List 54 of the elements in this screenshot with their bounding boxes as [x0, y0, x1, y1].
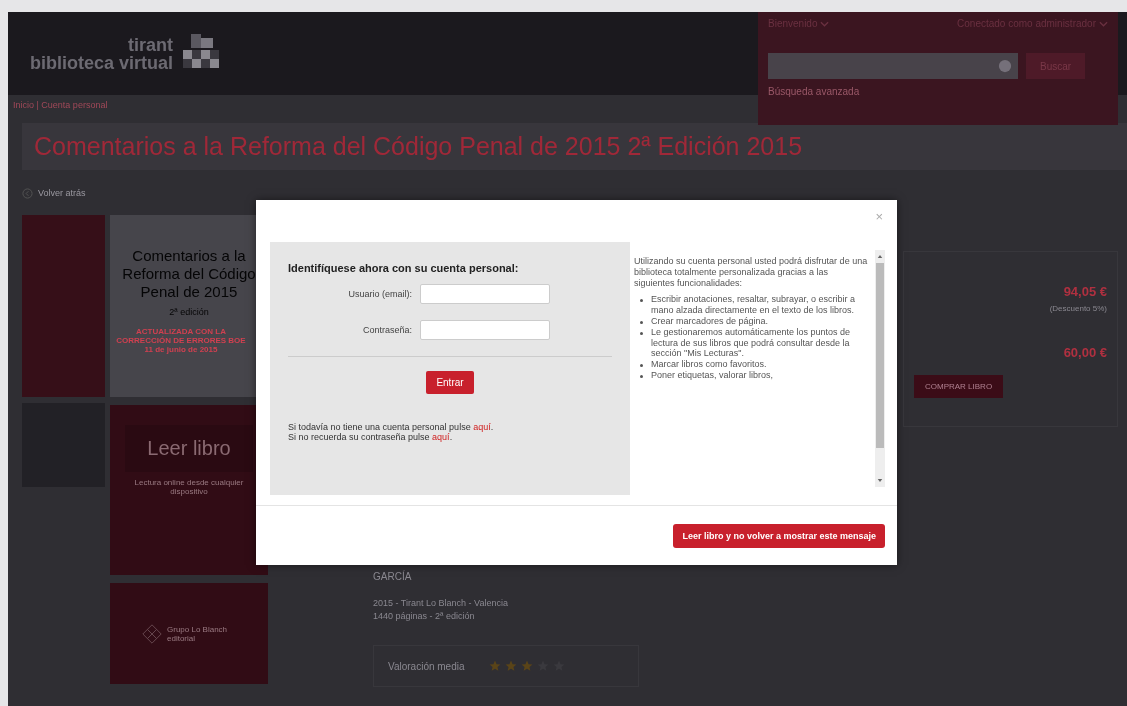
- input-field[interactable]: [420, 284, 550, 304]
- feature-item: Le gestionaremos automáticamente los puntos de lectura de sus libros que podrá consultar desde la sección "Mis Lecturas".: [651, 326, 852, 360]
- discount-note: (Descuento 5%): [1049, 304, 1107, 313]
- feature-item: Escribir anotaciones, resaltar, subrayar, o escribir a mano alzada directamente en el texto de los libros.: [651, 294, 857, 316]
- chevron-icon: [1099, 20, 1108, 27]
- logo-text: biblioteca virtual: [30, 53, 174, 72]
- star-icon: [520, 660, 533, 672]
- read-without-message-button[interactable]: Leer libro y no volver a mostrar este mensaje: [673, 523, 885, 548]
- book-meta: 1440 páginas - 2ª edición: [373, 611, 476, 621]
- feature-item: Marcar libros como favoritos.: [651, 359, 767, 370]
- publisher-name: Grupo Lo Blanch editorial: [167, 624, 229, 643]
- input-field[interactable]: [420, 320, 550, 340]
- help-link[interactable]: aquí: [473, 422, 491, 432]
- login-button[interactable]: Entrar: [426, 371, 474, 394]
- bullet-icon: [640, 331, 643, 335]
- author-name: GARCÍA: [373, 571, 413, 582]
- help-link[interactable]: aquí: [432, 432, 450, 442]
- bullet-icon: [640, 299, 643, 303]
- breadcrumb[interactable]: Inicio | Cuenta personal: [8, 95, 1127, 117]
- book-meta: 2015 - Tirant Lo Blanch - Valencia: [373, 598, 509, 608]
- read-book-button[interactable]: Leer libro: [125, 425, 253, 472]
- info-paragraph: Utilizando su cuenta personal usted podrá disfrutar de una biblioteca totalmente personalizada gracias a las siguientes funcionalidades:: [634, 256, 869, 289]
- chevron-icon: [820, 20, 830, 27]
- feature-item: Poner etiquetas, valorar libros,: [651, 369, 774, 381]
- buy-button[interactable]: COMPRAR LIBRO: [914, 375, 1004, 398]
- price: 60,00 €: [1063, 345, 1107, 360]
- cover-edition: 2ª edición: [169, 307, 209, 317]
- search-field[interactable]: [768, 53, 1018, 79]
- scroll-down-icon[interactable]: [877, 478, 883, 483]
- field-label: Usuario (email):: [348, 289, 412, 299]
- cover-title: Comentarios a la Reforma del Código Penal de 2015: [121, 247, 257, 301]
- close-button[interactable]: ×: [875, 210, 883, 223]
- price: 94,05 €: [1063, 284, 1107, 299]
- page-title: Comentarios a la Reforma del Código Penal de 2015 2ª Edición 2015: [34, 132, 803, 161]
- cover-note: ACTUALIZADA CON LA CORRECCIÓN DE ERRORES BOE 11 de junio de 2015: [115, 327, 247, 354]
- rating-label: Valoración media: [388, 660, 465, 672]
- star-icon: [488, 660, 501, 672]
- star-icon: [504, 660, 517, 672]
- scrollbar-thumb[interactable]: [876, 263, 884, 448]
- bullet-icon: [640, 364, 643, 368]
- scroll-up-icon[interactable]: [877, 254, 883, 259]
- scrollbar[interactable]: [875, 250, 885, 487]
- login-heading: Identifíquese ahora con su cuenta personal:: [288, 262, 520, 274]
- field-label: Contraseña:: [362, 325, 412, 335]
- network-logo-icon: [141, 622, 163, 645]
- bullet-icon: [640, 374, 643, 378]
- logo-text: tirant: [128, 35, 174, 54]
- read-note: Lectura online desde cualquier dispositivo: [133, 478, 245, 496]
- bullet-icon: [640, 321, 643, 324]
- help-text: Si no recuerda su contraseña pulse aquí.: [288, 432, 454, 442]
- advanced-search-link[interactable]: Búsqueda avanzada: [768, 86, 1108, 97]
- back-link[interactable]: Volver atrás: [38, 188, 86, 198]
- feature-item: Crear marcadores de página.: [651, 316, 769, 327]
- help-text: Si todavía no tiene una cuenta personal pulse aquí.: [288, 422, 495, 432]
